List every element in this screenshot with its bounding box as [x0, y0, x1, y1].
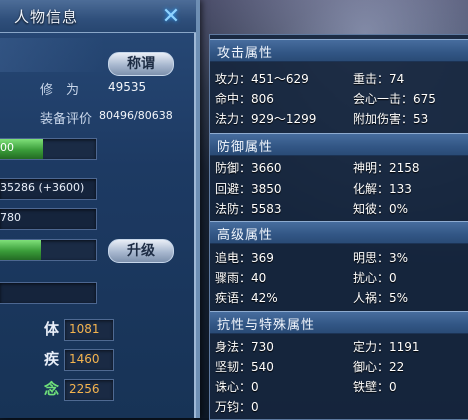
- stat-critical: 会心一击：675: [353, 92, 436, 106]
- stat-spirit: 神明：2158: [353, 161, 420, 175]
- attr-box-constitution: 1081: [64, 319, 114, 341]
- section-title-defense: 防御属性: [217, 140, 274, 155]
- stat-hit: 命中：806: [215, 92, 274, 106]
- stat-field-2: 780: [0, 208, 97, 230]
- stat-extra-damage: 附加伤害：53: [353, 112, 429, 126]
- panel-title: 人物信息: [14, 8, 79, 26]
- stat-composure: 定力：1191: [353, 340, 420, 354]
- stat-field-3: [0, 282, 97, 304]
- stat-magic-defense: 法防：5583: [215, 202, 282, 216]
- stat-evasion: 回避：3850: [215, 182, 282, 196]
- attr-value-intellect: 2256: [69, 382, 100, 396]
- stat-defense: 防御：3660: [215, 161, 282, 175]
- attribute-stats-panel: 攻击属性 攻力：451～629 重击：74 命中：806 会心一击：675 法力…: [209, 34, 468, 420]
- attr-label-constitution: 体: [44, 320, 60, 338]
- stat-swift-speech: 疾语：42%: [215, 291, 278, 305]
- section-header-resist: 抗性与特殊属性: [210, 311, 468, 334]
- character-art-decoration: [0, 38, 105, 72]
- stat-clarity: 明思：3%: [353, 251, 409, 265]
- panel-titlebar[interactable]: 人物信息 ✕: [0, 0, 196, 33]
- section-header-defense: 防御属性: [210, 133, 468, 156]
- section-title-advanced: 高级属性: [217, 228, 274, 243]
- equip-rating-value: 80496/80638: [99, 109, 173, 122]
- stat-bar-1-text: 00: [0, 141, 14, 154]
- attr-value-constitution: 1081: [69, 322, 100, 336]
- stat-field-1-text: 35286 (+3600): [0, 181, 85, 194]
- stat-toughness: 坚韧：540: [215, 360, 274, 374]
- stat-bar-1: 00: [0, 138, 97, 160]
- section-header-attack: 攻击属性: [210, 39, 468, 62]
- attr-label-agility: 疾: [44, 350, 60, 368]
- experience-bar: [0, 239, 97, 261]
- section-header-advanced: 高级属性: [210, 221, 468, 244]
- cultivation-label: 修 为: [40, 83, 80, 98]
- stat-movement: 身法：730: [215, 340, 274, 354]
- stat-heart-strike: 诛心：0: [215, 380, 259, 394]
- stat-dissolve: 化解：133: [353, 182, 412, 196]
- stat-might: 万钧：0: [215, 400, 259, 414]
- character-info-panel: 人物信息 ✕ 称谓 修 为 49535 装备评价 80496/80638 00 …: [0, 0, 200, 418]
- attr-box-agility: 1460: [64, 349, 114, 371]
- cultivation-value: 49535: [108, 80, 147, 94]
- close-icon[interactable]: ✕: [160, 6, 182, 28]
- attr-label-intellect: 念: [44, 380, 60, 398]
- stat-disrupt: 扰心：0: [353, 271, 397, 285]
- stat-heavy-strike: 重击：74: [353, 72, 405, 86]
- stat-field-1: 35286 (+3600): [0, 178, 97, 200]
- attr-value-agility: 1460: [69, 352, 100, 366]
- attr-box-intellect: 2256: [64, 379, 114, 401]
- stat-iron-wall: 铁壁：0: [353, 380, 397, 394]
- stat-calamity: 人祸：5%: [353, 291, 409, 305]
- upgrade-button[interactable]: 升级: [108, 239, 174, 263]
- section-title-resist: 抗性与特殊属性: [217, 318, 316, 333]
- stat-insight: 知彼：0%: [353, 202, 409, 216]
- title-appellation-button[interactable]: 称谓: [108, 52, 174, 76]
- section-title-attack: 攻击属性: [217, 46, 274, 61]
- stat-mind-guard: 御心：22: [353, 360, 405, 374]
- experience-bar-fill: [0, 240, 42, 260]
- stat-field-2-text: 780: [0, 211, 21, 224]
- stat-lightning: 追电：369: [215, 251, 274, 265]
- stat-downpour: 骤雨：40: [215, 271, 267, 285]
- stat-magic-power: 法力：929～1299: [215, 112, 317, 126]
- equip-rating-label: 装备评价: [40, 112, 93, 127]
- stat-attack-power: 攻力：451～629: [215, 72, 309, 86]
